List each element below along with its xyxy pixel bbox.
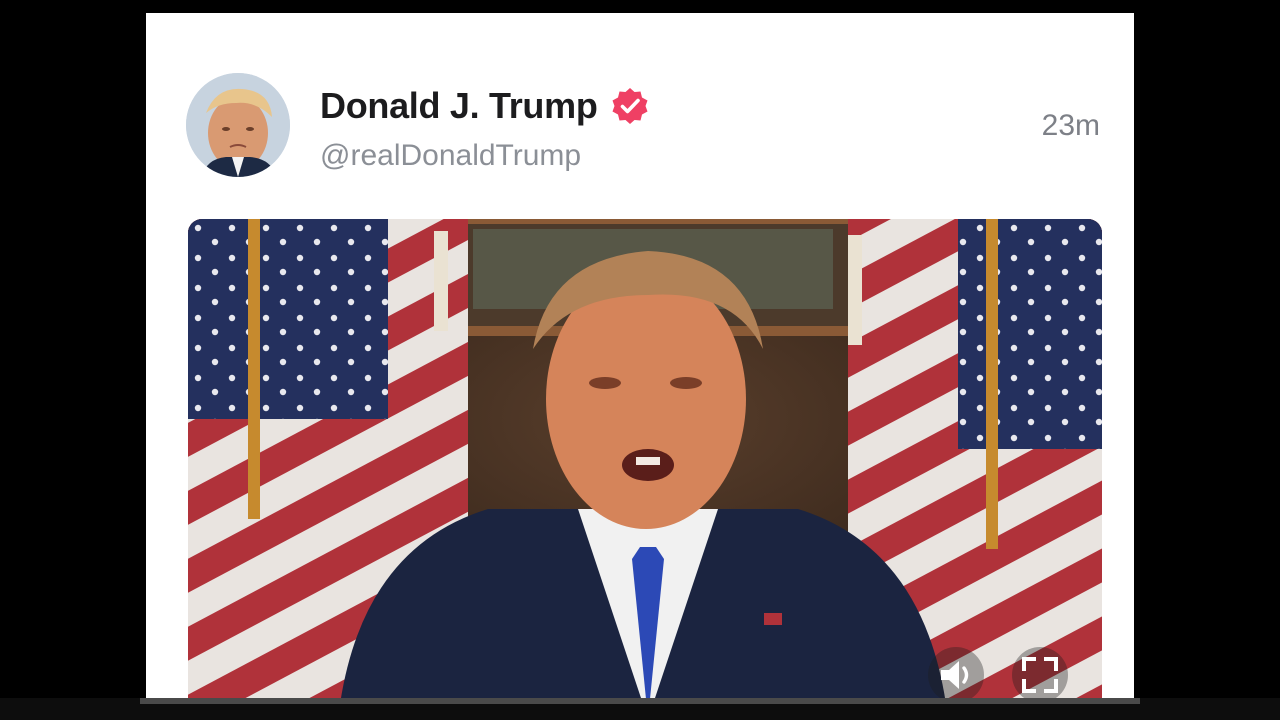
fullscreen-icon xyxy=(1022,657,1058,693)
author-handle[interactable]: @realDonaldTrump xyxy=(320,139,581,173)
video-player[interactable] xyxy=(188,219,1102,703)
mute-button[interactable] xyxy=(928,647,984,703)
video-frame xyxy=(188,219,1102,703)
post-card[interactable]: Donald J. Trump @realDonaldTrump 23m xyxy=(146,13,1134,703)
post-timestamp[interactable]: 23m xyxy=(1042,109,1100,143)
verified-badge-icon xyxy=(612,88,648,124)
author-display-name[interactable]: Donald J. Trump xyxy=(320,85,598,127)
avatar-image xyxy=(186,73,290,177)
speaker-icon xyxy=(941,661,969,689)
progress-track[interactable] xyxy=(140,698,1140,704)
fullscreen-button[interactable] xyxy=(1012,647,1068,703)
author-name-row: Donald J. Trump xyxy=(320,85,650,127)
post-header: Donald J. Trump @realDonaldTrump 23m xyxy=(146,13,1134,213)
video-progress-bar[interactable] xyxy=(0,698,1280,720)
avatar[interactable] xyxy=(186,73,290,177)
